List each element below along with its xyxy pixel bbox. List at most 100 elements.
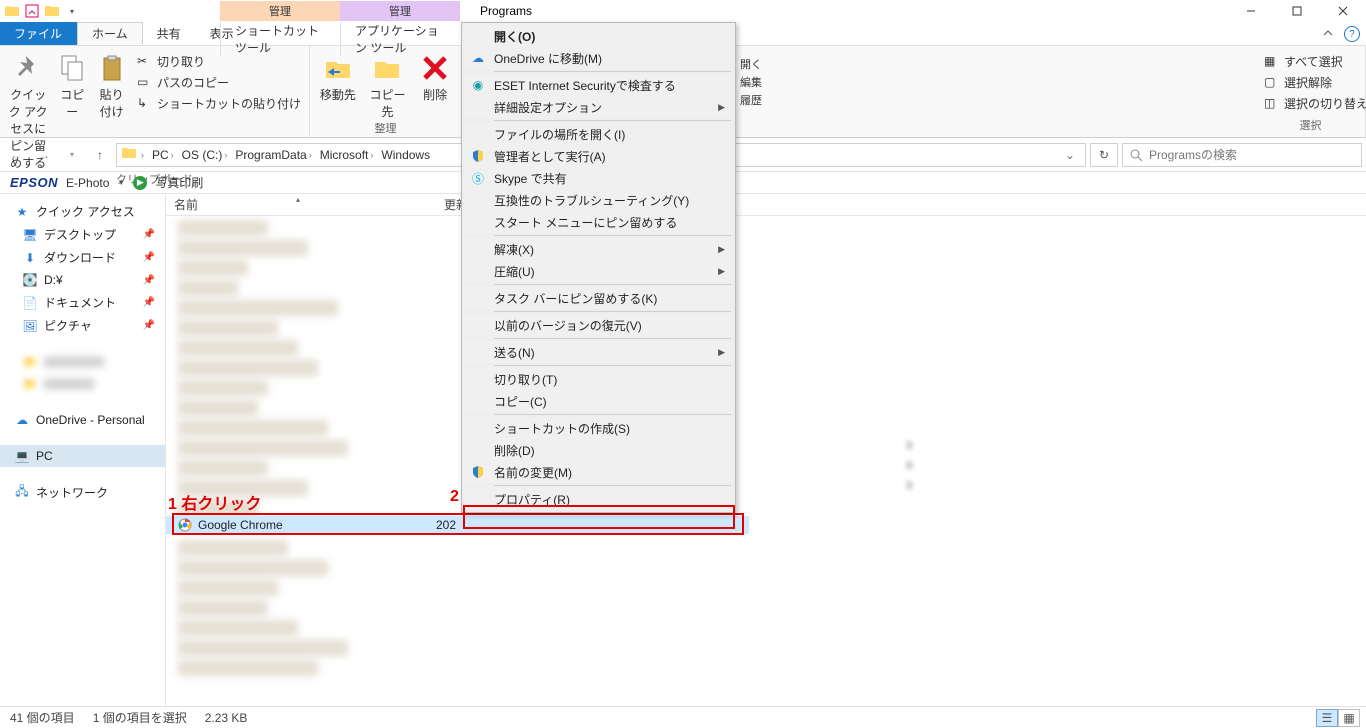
pin-icon: 📌 — [143, 229, 155, 240]
eset-icon: ◉ — [470, 77, 486, 93]
skype-icon: Ⓢ — [470, 170, 486, 186]
copy-path-button[interactable]: ▭パスのコピー — [135, 73, 303, 92]
pc-icon: 💻 — [14, 448, 30, 464]
history-peek[interactable]: 履歴 — [740, 92, 762, 108]
view-details-button[interactable]: ☰ — [1316, 709, 1338, 727]
sidebar-item-desktop[interactable]: 🖥デスクトップ📌 — [0, 223, 165, 246]
cm-unzip[interactable]: 解凍(X)▶ — [464, 238, 733, 260]
cm-prev-ver[interactable]: 以前のバージョンの復元(V) — [464, 314, 733, 336]
qat-dropdown-icon[interactable]: ▾ — [64, 3, 80, 19]
crumb-chevron[interactable]: › — [137, 150, 148, 160]
epson-photo-print[interactable]: 写真印刷 — [155, 174, 203, 191]
tab-home[interactable]: ホーム — [77, 22, 143, 45]
cm-open[interactable]: 開く(O) — [464, 25, 733, 47]
cm-open-loc[interactable]: ファイルの場所を開く(I) — [464, 123, 733, 145]
sidebar-item-downloads[interactable]: ⬇ダウンロード📌 — [0, 246, 165, 269]
cm-adv-opts[interactable]: 詳細設定オプション▶ — [464, 96, 733, 118]
address-dropdown-icon[interactable]: ⌄ — [1059, 148, 1081, 162]
epson-green-icon[interactable]: ▶ — [133, 176, 147, 190]
network-icon: 🖧 — [14, 485, 30, 501]
view-large-icons-button[interactable]: ▦ — [1338, 709, 1360, 727]
cm-copy[interactable]: コピー(C) — [464, 390, 733, 412]
folder-icon: 📁 — [22, 354, 38, 370]
sidebar-item-d-drive[interactable]: 💽D:¥📌 — [0, 269, 165, 291]
cm-create-shortcut[interactable]: ショートカットの作成(S) — [464, 417, 733, 439]
refresh-button[interactable]: ↻ — [1090, 143, 1118, 167]
sidebar-item-pc[interactable]: 💻PC — [0, 445, 165, 467]
cm-delete[interactable]: 削除(D) — [464, 439, 733, 461]
delete-button[interactable]: 削除 — [415, 52, 455, 103]
cm-compat[interactable]: 互換性のトラブルシューティング(Y) — [464, 189, 733, 211]
cm-skype[interactable]: ⓈSkype で共有 — [464, 167, 733, 189]
sidebar-item-documents[interactable]: 📄ドキュメント📌 — [0, 291, 165, 314]
tab-app-tools[interactable]: アプリケーション ツール — [340, 22, 460, 56]
pin-icon: 📌 — [143, 252, 155, 263]
crumb-programdata[interactable]: ProgramData› — [231, 148, 315, 162]
cm-onedrive[interactable]: ☁OneDrive に移動(M) — [464, 47, 733, 69]
tab-shortcut-tools[interactable]: ショートカット ツール — [220, 22, 340, 56]
epson-brand: EPSON — [10, 175, 58, 190]
contextual-tab-app[interactable]: 管理 — [340, 1, 460, 21]
paste-button[interactable]: 貼り付け — [94, 52, 129, 120]
submenu-arrow-icon: ▶ — [718, 244, 725, 255]
contextual-tab-shortcut[interactable]: 管理 — [220, 1, 340, 21]
maximize-button[interactable] — [1274, 0, 1320, 22]
move-to-button[interactable]: 移動先 — [316, 52, 360, 103]
crumb-microsoft[interactable]: Microsoft› — [316, 148, 378, 162]
cm-zip[interactable]: 圧縮(U)▶ — [464, 260, 733, 282]
sidebar-item-pictures[interactable]: 🖼ピクチャ📌 — [0, 314, 165, 337]
select-none-button[interactable]: ▢選択解除 — [1262, 73, 1366, 92]
tab-share[interactable]: 共有 — [143, 22, 196, 45]
copy-to-button[interactable]: コピー先 — [366, 52, 410, 120]
crumb-c[interactable]: OS (C:)› — [178, 148, 232, 162]
back-button[interactable]: ← — [4, 143, 28, 167]
download-icon: ⬇ — [22, 250, 38, 266]
col-name[interactable]: 名前▴ — [166, 196, 436, 213]
navigation-pane: ★クイック アクセス 🖥デスクトップ📌 ⬇ダウンロード📌 💽D:¥📌 📄ドキュメ… — [0, 194, 166, 706]
cm-run-admin[interactable]: 管理者として実行(A) — [464, 145, 733, 167]
help-icon[interactable]: ? — [1344, 26, 1360, 42]
minimize-button[interactable] — [1228, 0, 1274, 22]
select-all-button[interactable]: ▦すべて選択 — [1262, 52, 1366, 71]
cm-pin-start[interactable]: スタート メニューにピン留めする — [464, 211, 733, 233]
cm-eset[interactable]: ◉ESET Internet Securityで検査する — [464, 74, 733, 96]
quick-access-toolbar: ▾ — [0, 3, 84, 19]
context-menu: 開く(O) ☁OneDrive に移動(M) ◉ESET Internet Se… — [461, 22, 736, 513]
cm-pin-taskbar[interactable]: タスク バーにピン留めする(K) — [464, 287, 733, 309]
folder-icon — [4, 3, 20, 19]
sidebar-item-quick-access[interactable]: ★クイック アクセス — [0, 200, 165, 223]
open-peek[interactable]: 開く — [740, 56, 762, 72]
edit-peek[interactable]: 編集 — [740, 74, 762, 90]
drive-icon: 💽 — [22, 272, 38, 288]
shortcut-icon: ↳ — [137, 96, 153, 112]
copy-button[interactable]: コピー — [56, 52, 88, 120]
sort-indicator-icon: ▴ — [296, 195, 300, 204]
cm-send-to[interactable]: 送る(N)▶ — [464, 341, 733, 363]
tab-file[interactable]: ファイル — [0, 22, 77, 45]
sidebar-item-network[interactable]: 🖧ネットワーク — [0, 481, 165, 504]
submenu-arrow-icon: ▶ — [718, 266, 725, 277]
submenu-arrow-icon: ▶ — [718, 347, 725, 358]
column-headers[interactable]: 名前▴ 更新 — [166, 194, 1366, 216]
cm-rename[interactable]: 名前の変更(M) — [464, 461, 733, 483]
scissors-icon: ✂ — [137, 54, 153, 70]
close-button[interactable] — [1320, 0, 1366, 22]
submenu-arrow-icon: ▶ — [718, 102, 725, 113]
epson-dropdown-icon[interactable]: ▼ — [117, 178, 125, 187]
select-group-label: 選択 — [1262, 117, 1359, 135]
up-button[interactable]: ↑ — [88, 143, 112, 167]
paste-shortcut-button[interactable]: ↳ショートカットの貼り付け — [135, 94, 303, 113]
history-dropdown[interactable]: ▾ — [60, 143, 84, 167]
crumb-pc[interactable]: PC› — [148, 148, 178, 162]
qat-new-folder-icon[interactable] — [44, 3, 60, 19]
crumb-windows[interactable]: Windows — [377, 148, 434, 162]
star-icon: ★ — [14, 204, 30, 220]
invert-selection-button[interactable]: ◫選択の切り替え — [1262, 94, 1366, 113]
cm-cut[interactable]: 切り取り(T) — [464, 368, 733, 390]
ribbon-toggle-icon[interactable] — [1320, 26, 1336, 42]
qat-properties-icon[interactable] — [24, 3, 40, 19]
search-box[interactable]: Programsの検索 — [1122, 143, 1362, 167]
forward-button[interactable]: → — [32, 143, 56, 167]
sidebar-item-onedrive[interactable]: ☁OneDrive - Personal — [0, 409, 165, 431]
folder-icon: 📁 — [22, 376, 38, 392]
